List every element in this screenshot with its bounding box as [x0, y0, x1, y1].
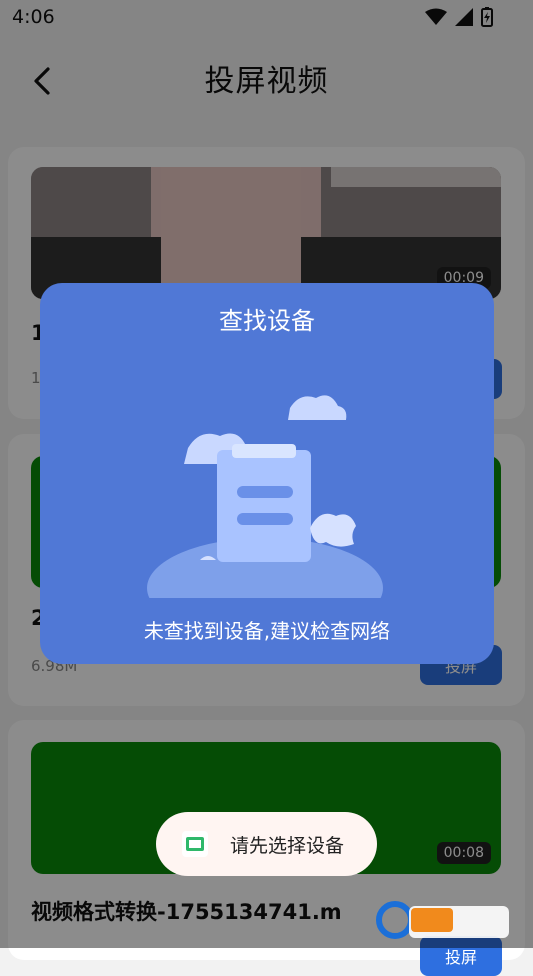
- watermark-logo: [376, 901, 509, 939]
- dialog-message: 未查找到设备,建议检查网络: [143, 619, 391, 643]
- toast: 请先选择设备: [156, 812, 377, 876]
- no-device-illustration: [140, 395, 400, 608]
- dialog-title: 查找设备: [219, 307, 315, 335]
- app-icon: [182, 831, 208, 857]
- toast-text: 请先选择设备: [230, 834, 345, 857]
- search-device-dialog: 查找设备 未查找到设备,建议检查网络: [40, 283, 494, 664]
